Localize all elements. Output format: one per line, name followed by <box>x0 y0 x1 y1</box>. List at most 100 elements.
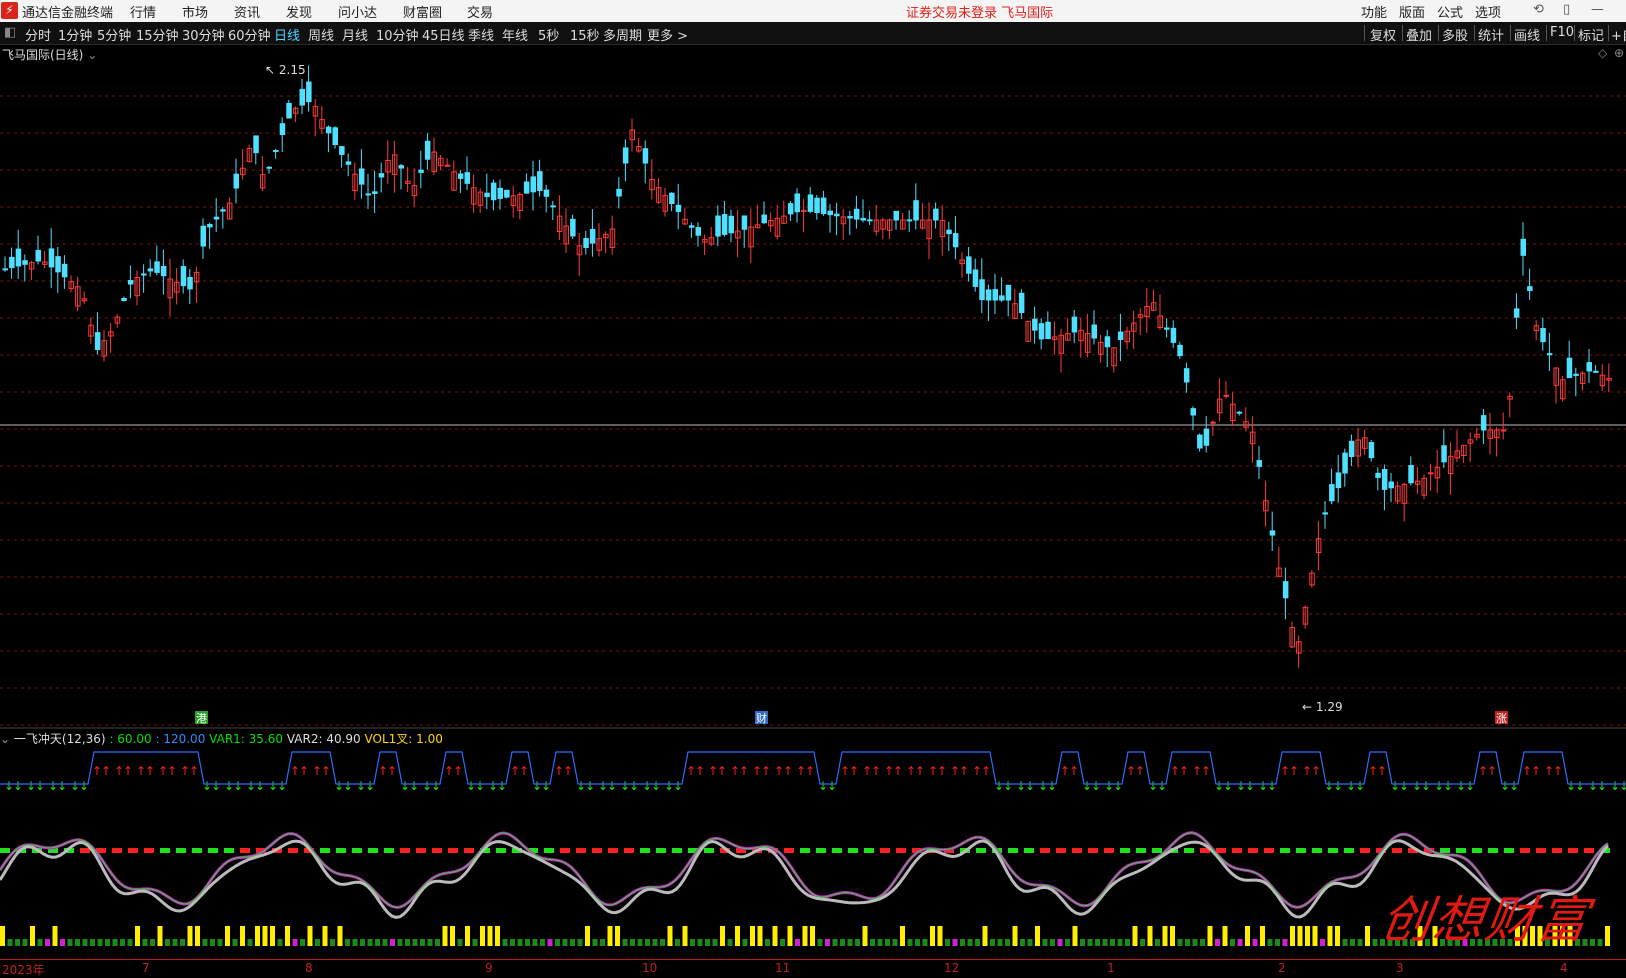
midline-segment <box>432 848 442 853</box>
dropdown-icon[interactable]: ⌄ <box>87 48 97 62</box>
up-arrow: ↑ <box>321 764 331 778</box>
volume-block <box>967 939 973 946</box>
tf-intraday[interactable]: 分时 <box>25 25 51 44</box>
diamond-icon[interactable]: ◇ <box>1598 46 1607 60</box>
down-arrow: ↓ <box>1421 779 1431 793</box>
menu-ask[interactable]: 问小达 <box>338 2 377 21</box>
volume-block <box>1080 939 1085 946</box>
candlestick-chart[interactable]: ↖ 2.15 ← 1.29 港 财 涨 ↓ ↓ ↓ ↓ ↓ ↓ ↓ ↓ ↑ ↑ ↑ ↑ ↑ ↑ ↑ ↑ ↑ ↑ ↓ ↓ ↓ ↓ ↓ ↓ ↓… <box>0 44 1626 959</box>
mark-button[interactable]: 标记 <box>1578 25 1604 44</box>
up-arrow: ↑ <box>937 764 947 778</box>
menu-discover[interactable]: 发现 <box>286 2 312 21</box>
tf-monthly[interactable]: 月线 <box>342 25 368 44</box>
volume-block <box>60 939 65 946</box>
tf-1min[interactable]: 1分钟 <box>58 25 92 44</box>
tf-more[interactable]: 更多 > <box>647 25 688 44</box>
up-arrow: ↑ <box>387 764 397 778</box>
volume-block <box>1125 939 1130 946</box>
volume-block <box>1087 939 1093 946</box>
menu-news[interactable]: 资讯 <box>234 2 260 21</box>
volume-block <box>1185 939 1190 946</box>
candle-body <box>1203 428 1210 446</box>
menu-quotes[interactable]: 行情 <box>130 2 156 21</box>
tf-10min[interactable]: 10分钟 <box>376 25 419 44</box>
tf-yearly[interactable]: 年线 <box>502 25 528 44</box>
midline-segment <box>1328 848 1338 853</box>
expand-icon[interactable]: ⊕ <box>1614 46 1624 60</box>
volume-block <box>112 939 118 946</box>
volume-block <box>877 939 883 946</box>
indicator-name[interactable]: 一飞冲天(12,36) <box>14 732 106 746</box>
collapse-icon[interactable]: ⌄ <box>0 732 10 746</box>
down-arrow: ↓ <box>1355 779 1365 793</box>
volume-block <box>135 926 140 946</box>
up-arrow: ↑ <box>849 764 859 778</box>
menu-market[interactable]: 市场 <box>182 2 208 21</box>
volume-block <box>825 939 830 946</box>
menu-options[interactable]: 选项 <box>1475 2 1501 21</box>
overlay-button[interactable]: 叠加 <box>1406 25 1432 44</box>
candle-body <box>154 261 160 273</box>
menu-formula[interactable]: 公式 <box>1437 2 1463 21</box>
candle-body <box>1388 481 1394 489</box>
volume-block <box>855 939 860 946</box>
menu-layout[interactable]: 版面 <box>1399 2 1425 21</box>
window-icon[interactable]: ▯ <box>1563 2 1570 17</box>
tf-15sec[interactable]: 15秒 <box>570 25 600 44</box>
low-price-label: ← 1.29 <box>1302 700 1343 714</box>
login-notice[interactable]: 证券交易未登录 飞马国际 <box>906 2 1053 21</box>
candle-body <box>1513 308 1520 318</box>
candle-body <box>1091 324 1097 339</box>
candle-body <box>1375 472 1381 478</box>
volume-block <box>255 926 260 946</box>
volume-block <box>1590 939 1595 946</box>
midline-segment <box>1216 848 1226 853</box>
indicator-label: ⌄ 一飞冲天(12,36) : 60.00 : 120.00 VAR1: 35.… <box>0 730 443 747</box>
tf-daily[interactable]: 日线 <box>274 25 300 44</box>
panel-toggle-icon[interactable]: ◧ <box>4 25 16 40</box>
tf-5min[interactable]: 5分钟 <box>97 25 131 44</box>
date-label: 2 <box>1278 961 1286 975</box>
volume-block <box>937 926 943 946</box>
multi-stock-button[interactable]: 多股 <box>1442 25 1468 44</box>
candle-body <box>1190 408 1196 416</box>
tf-quarterly[interactable]: 季线 <box>468 25 494 44</box>
volume-block <box>67 939 73 946</box>
tf-30min[interactable]: 30分钟 <box>182 25 225 44</box>
minimize-icon[interactable]: — <box>1591 2 1604 17</box>
volume-block <box>682 926 688 946</box>
volume-block <box>720 926 725 946</box>
down-arrow: ↓ <box>1245 779 1255 793</box>
tf-15min[interactable]: 15分钟 <box>136 25 179 44</box>
volume-block <box>1275 939 1280 946</box>
up-arrow: ↑ <box>123 764 133 778</box>
midline-segment <box>1568 848 1578 853</box>
tf-weekly[interactable]: 周线 <box>308 25 334 44</box>
volume-block <box>975 939 980 946</box>
volume-block <box>607 926 613 946</box>
menu-function[interactable]: 功能 <box>1361 2 1387 21</box>
stats-button[interactable]: 统计 <box>1478 25 1504 44</box>
midline-segment <box>288 848 298 853</box>
tf-5sec[interactable]: 5秒 <box>538 25 559 44</box>
tf-60min[interactable]: 60分钟 <box>228 25 271 44</box>
custom-button[interactable]: +自 <box>1611 25 1626 44</box>
candle-body <box>913 200 919 221</box>
refresh-icon[interactable]: ⟲ <box>1533 2 1544 17</box>
adjust-button[interactable]: 复权 <box>1370 25 1396 44</box>
draw-button[interactable]: 画线 <box>1514 25 1540 44</box>
midline-segment <box>848 848 858 853</box>
down-arrow: ↓ <box>1619 779 1626 793</box>
volume-block <box>75 939 80 946</box>
menu-trade[interactable]: 交易 <box>467 2 493 21</box>
candle-body <box>35 249 41 262</box>
up-arrow: ↑ <box>1553 764 1563 778</box>
candle-body <box>952 233 959 248</box>
volume-block <box>172 939 178 946</box>
menu-wealth[interactable]: 财富圈 <box>403 2 442 21</box>
f10-button[interactable]: F10 <box>1550 25 1574 40</box>
tf-45day[interactable]: 45日线 <box>422 25 465 44</box>
tf-multi[interactable]: 多周期 <box>603 25 642 44</box>
candle-body <box>1408 465 1414 484</box>
chart-title: 飞马国际(日线) ⌄ <box>2 46 97 63</box>
